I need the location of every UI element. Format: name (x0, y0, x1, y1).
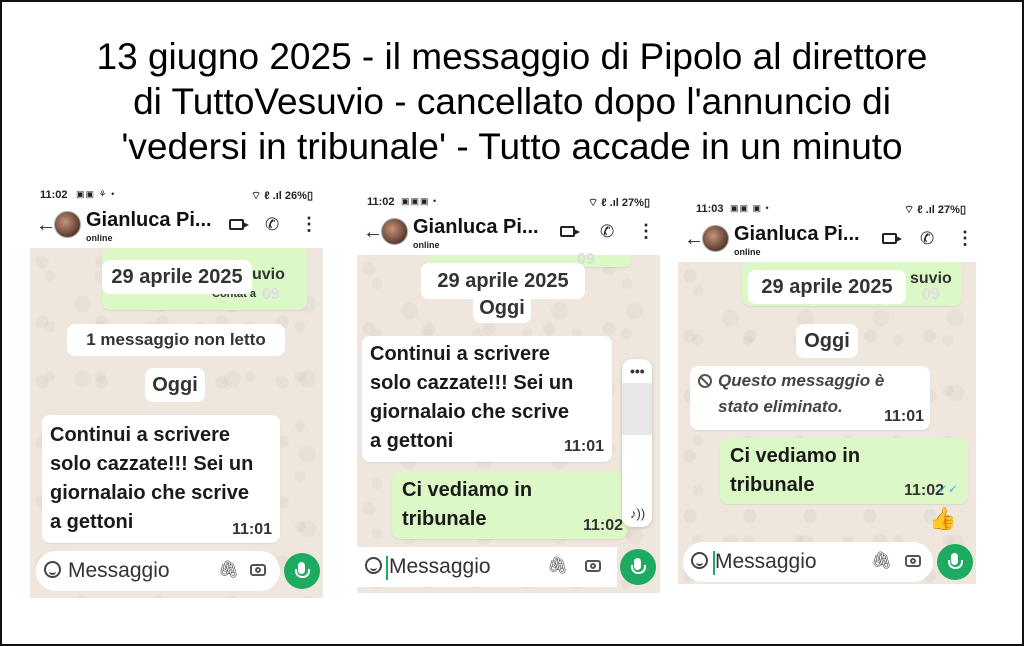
status-time: 11:02 (367, 196, 395, 208)
notification-icons: ▣▣ ⚘ • (76, 189, 116, 199)
emoji-icon[interactable] (365, 557, 382, 574)
contact-status: online (413, 240, 440, 250)
outgoing-message-bubble[interactable]: Ci vediamo in tribunale 11:02 ✓✓ (720, 438, 968, 504)
contact-status: online (734, 247, 761, 257)
phone-screen-2: 11:02 ▣▣▣ • ⌔ ℓ .ıl 27%▯ ← Gianluca Pi..… (357, 191, 660, 593)
attach-icon[interactable]: 🖇 (871, 551, 893, 571)
mic-icon[interactable] (620, 549, 656, 585)
status-battery: ⌔ ℓ .ıl 26%▯ (250, 190, 313, 202)
chat-header: ← Gianluca Pi... online ✆ ⋮ (678, 220, 976, 262)
contact-name[interactable]: Gianluca Pi... (86, 209, 212, 232)
emoji-icon[interactable] (44, 561, 61, 578)
incoming-message-bubble[interactable]: Continui a scrivere solo cazzate!!! Sei … (362, 336, 612, 462)
contact-status: online (86, 233, 113, 243)
camera-icon[interactable] (250, 564, 266, 576)
phone-screen-3: 11:03 ▣▣ ▣ • ⌔ ℓ .ıl 27%▯ ← Gianluca Pi.… (678, 198, 976, 584)
avatar[interactable] (54, 211, 81, 238)
status-bar: 11:03 ▣▣ ▣ • ⌔ ℓ .ıl 27%▯ (678, 198, 976, 220)
date-pill: 29 aprile 2025 (102, 260, 252, 294)
phone-call-icon[interactable]: ✆ (920, 229, 934, 249)
today-pill: Oggi (473, 293, 531, 323)
deleted-message-text: Questo messaggio è stato eliminato. (718, 371, 885, 416)
message-input[interactable]: Messaggio 🖇 (36, 551, 280, 591)
deleted-icon (698, 374, 712, 388)
message-input[interactable]: Messaggio 🖇 (357, 547, 617, 587)
mic-icon[interactable] (937, 544, 973, 580)
more-options-icon[interactable]: ⋮ (300, 214, 318, 235)
deleted-message-bubble[interactable]: Questo messaggio è stato eliminato. 11:0… (690, 366, 930, 430)
chat-header: ← Gianluca Pi... online ✆ ⋮ (30, 206, 323, 248)
message-text: Continui a scrivere solo cazzate!!! Sei … (50, 424, 254, 533)
video-call-icon[interactable] (229, 219, 249, 230)
audio-icon[interactable]: ♪)) (630, 506, 645, 521)
more-icon[interactable]: ••• (630, 363, 645, 379)
partial-time: 09 (262, 286, 280, 303)
caption-title: 13 giugno 2025 - il messaggio di Pipolo … (0, 34, 1024, 169)
text-cursor (386, 556, 388, 580)
emoji-icon[interactable] (691, 552, 708, 569)
message-placeholder: Messaggio (389, 555, 491, 578)
notification-icons: ▣▣ ▣ • (730, 203, 770, 213)
notification-icons: ▣▣▣ • (401, 196, 438, 206)
partial-text: uvio (252, 266, 285, 283)
scrollbar-track[interactable] (622, 383, 652, 435)
chat-header: ← Gianluca Pi... online ✆ ⋮ (357, 213, 660, 255)
back-arrow-icon[interactable]: ← (684, 228, 704, 251)
contact-name[interactable]: Gianluca Pi... (734, 223, 860, 246)
read-ticks-icon: ✓✓ (937, 482, 958, 496)
attach-icon[interactable]: 🖇 (547, 556, 569, 576)
phone-call-icon[interactable]: ✆ (600, 222, 614, 242)
message-time: 11:01 (563, 438, 604, 455)
caption-line: 13 giugno 2025 - il messaggio di Pipolo … (96, 36, 928, 77)
contact-name[interactable]: Gianluca Pi... (413, 216, 539, 239)
more-options-icon[interactable]: ⋮ (637, 221, 655, 242)
video-call-icon[interactable] (560, 226, 580, 237)
video-call-icon[interactable] (882, 233, 902, 244)
back-arrow-icon[interactable]: ← (36, 214, 56, 237)
phone-call-icon[interactable]: ✆ (265, 215, 279, 235)
date-pill: 29 aprile 2025 (748, 270, 906, 304)
avatar[interactable] (702, 225, 729, 252)
more-options-icon[interactable]: ⋮ (956, 228, 974, 249)
message-time: 11:01 (231, 521, 272, 538)
caption-line: 'vedersi in tribunale' - Tutto accade in… (121, 126, 903, 167)
partial-time: 09 (922, 286, 940, 303)
phone-screen-1: 11:02 ▣▣ ⚘ • ⌔ ℓ .ıl 26%▯ ← Gianluca Pi.… (30, 184, 323, 598)
message-placeholder: Messaggio (68, 559, 170, 582)
message-placeholder: Messaggio (715, 550, 817, 573)
reaction-thumbs-up-icon[interactable]: 👍 (929, 506, 956, 532)
today-pill: Oggi (796, 324, 858, 358)
status-bar: 11:02 ▣▣ ⚘ • ⌔ ℓ .ıl 26%▯ (30, 184, 323, 206)
camera-icon[interactable] (905, 555, 921, 567)
message-time: 11:01 (883, 408, 924, 425)
message-text: Ci vediamo in tribunale (402, 479, 533, 530)
scroll-popup[interactable]: ••• ♪)) (622, 359, 652, 527)
message-text: Ci vediamo in tribunale (730, 445, 861, 496)
message-text: Continui a scrivere solo cazzate!!! Sei … (370, 343, 574, 452)
status-battery: ⌔ ℓ .ıl 27%▯ (587, 197, 650, 209)
unread-pill: 1 messaggio non letto (67, 324, 285, 356)
incoming-message-bubble[interactable]: Continui a scrivere solo cazzate!!! Sei … (42, 415, 280, 543)
today-pill: Oggi (145, 368, 205, 402)
message-time: 11:02 (582, 517, 623, 534)
outgoing-message-bubble[interactable]: Ci vediamo in tribunale 11:02 (392, 472, 627, 539)
status-battery: ⌔ ℓ .ıl 27%▯ (903, 204, 966, 216)
attach-icon[interactable]: 🖇 (218, 560, 240, 580)
status-bar: 11:02 ▣▣▣ • ⌔ ℓ .ıl 27%▯ (357, 191, 660, 213)
camera-icon[interactable] (585, 560, 601, 572)
message-input[interactable]: Messaggio 🖇 (683, 542, 933, 582)
mic-icon[interactable] (284, 553, 320, 589)
status-time: 11:02 (40, 189, 68, 201)
status-time: 11:03 (696, 203, 724, 215)
caption-line: di TuttoVesuvio - cancellato dopo l'annu… (133, 81, 891, 122)
back-arrow-icon[interactable]: ← (363, 221, 383, 244)
avatar[interactable] (381, 218, 408, 245)
